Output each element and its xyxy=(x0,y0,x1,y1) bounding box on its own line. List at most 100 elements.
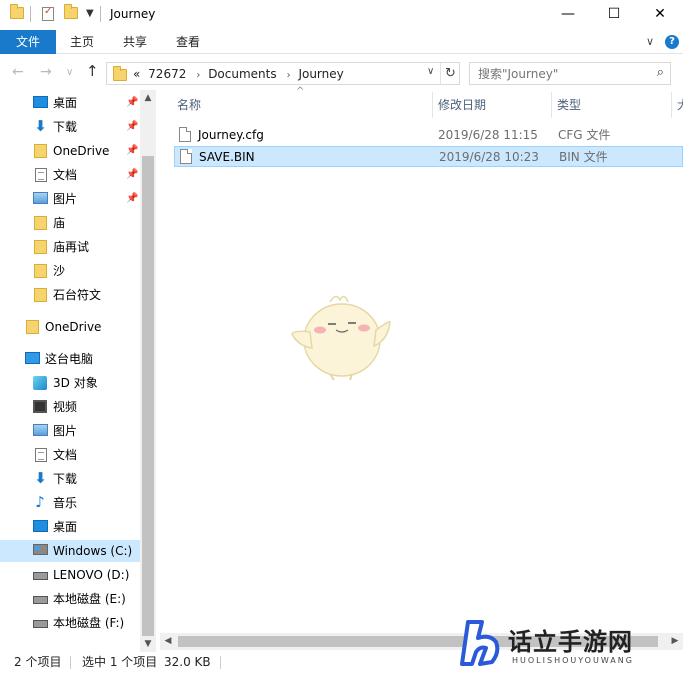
folder-icon xyxy=(34,240,47,254)
sidebar-item-sha[interactable]: 沙 xyxy=(0,260,140,282)
sidebar-item-label: OneDrive xyxy=(53,144,110,158)
sidebar-item-pictures[interactable]: 图片 📌 xyxy=(0,188,140,210)
file-date: 2019/6/28 10:23 xyxy=(439,150,539,164)
sidebar-item-miao-retry[interactable]: 庙再试 xyxy=(0,236,140,258)
sidebar-item-label: Windows (C:) xyxy=(53,544,133,558)
sidebar-item-label: 本地磁盘 (F:) xyxy=(53,616,125,630)
sidebar-item-pc-documents[interactable]: 文档 xyxy=(0,444,140,466)
column-divider[interactable] xyxy=(671,92,672,118)
minimize-button[interactable]: — xyxy=(545,0,591,30)
breadcrumb: « 72672 › Documents › Journey xyxy=(133,67,348,81)
column-header-date[interactable]: 修改日期 xyxy=(438,90,486,120)
sidebar-item-label: 文档 xyxy=(53,448,78,462)
customize-toolbar-chevron-icon[interactable]: ▼ xyxy=(86,8,94,19)
scroll-down-button[interactable]: ▼ xyxy=(140,636,156,652)
sidebar-item-drive-c[interactable]: Windows (C:) xyxy=(0,540,140,562)
scroll-left-button[interactable]: ◀ xyxy=(160,633,176,650)
up-button[interactable]: ↑ xyxy=(86,62,99,80)
column-header-type[interactable]: 类型 xyxy=(557,90,581,120)
sidebar-item-videos[interactable]: 视频 xyxy=(0,396,140,418)
folder-icon xyxy=(34,216,47,230)
address-bar[interactable]: « 72672 › Documents › Journey ∨ ↻ xyxy=(106,62,460,85)
chevron-right-icon[interactable]: › xyxy=(287,70,291,81)
scrollbar-thumb[interactable] xyxy=(142,156,154,636)
divider xyxy=(30,6,31,22)
item-count: 2 个项目 xyxy=(14,655,62,669)
navigation-pane[interactable]: 桌面 📌 ⬇ 下载 📌 OneDrive 📌 文档 📌 图片 📌 庙 庙再试 沙… xyxy=(0,90,156,652)
breadcrumb-72672[interactable]: 72672 xyxy=(148,67,186,81)
download-icon: ⬇ xyxy=(34,469,47,487)
sidebar-item-label: 桌面 xyxy=(53,96,78,110)
watermark-subtitle: HUOLISHOUYOUWANG xyxy=(512,656,634,665)
back-button[interactable]: ← xyxy=(12,64,24,80)
desktop-icon xyxy=(33,520,48,532)
file-row-selected[interactable]: SAVE.BIN 2019/6/28 10:23 BIN 文件 xyxy=(174,146,683,167)
column-header-name[interactable]: 名称 xyxy=(177,90,201,120)
tab-home[interactable]: 主页 xyxy=(70,30,94,54)
sidebar-item-drive-f[interactable]: 本地磁盘 (F:) xyxy=(0,612,140,634)
file-name: SAVE.BIN xyxy=(199,150,255,164)
sidebar-item-drive-e[interactable]: 本地磁盘 (E:) xyxy=(0,588,140,610)
tab-file[interactable]: 文件 xyxy=(0,30,56,54)
sidebar-item-desktop[interactable]: 桌面 📌 xyxy=(0,92,140,114)
recent-locations-chevron-icon[interactable]: ∨ xyxy=(66,67,73,78)
breadcrumb-overflow[interactable]: « xyxy=(133,67,140,81)
sidebar-item-pc-desktop[interactable]: 桌面 xyxy=(0,516,140,538)
sidebar-item-music[interactable]: ♪ 音乐 xyxy=(0,492,140,514)
expand-ribbon-chevron-icon[interactable]: ∨ xyxy=(646,35,654,48)
sidebar-item-label: 桌面 xyxy=(53,520,78,534)
sidebar-item-downloads[interactable]: ⬇ 下载 📌 xyxy=(0,116,140,138)
pictures-icon xyxy=(33,424,48,436)
forward-button[interactable]: → xyxy=(40,64,52,80)
file-row[interactable]: Journey.cfg 2019/6/28 11:15 CFG 文件 xyxy=(174,125,683,146)
sidebar-item-label: 音乐 xyxy=(53,496,78,510)
address-dropdown-chevron-icon[interactable]: ∨ xyxy=(427,66,434,77)
sidebar-item-onedrive-quick[interactable]: OneDrive 📌 xyxy=(0,140,140,162)
sidebar-item-documents[interactable]: 文档 📌 xyxy=(0,164,140,186)
pin-icon[interactable]: 📌 xyxy=(126,140,138,162)
refresh-button[interactable]: ↻ xyxy=(440,63,460,84)
drive-icon xyxy=(33,620,48,628)
file-type: CFG 文件 xyxy=(558,128,611,142)
help-icon[interactable]: ? xyxy=(665,35,679,49)
sidebar-item-3d-objects[interactable]: 3D 对象 xyxy=(0,372,140,394)
sidebar-item-drive-d[interactable]: LENOVO (D:) xyxy=(0,564,140,586)
column-divider[interactable] xyxy=(551,92,552,118)
sidebar-item-onedrive[interactable]: OneDrive xyxy=(0,316,140,338)
pin-icon[interactable]: 📌 xyxy=(126,164,138,186)
sidebar-item-pc-downloads[interactable]: ⬇ 下载 xyxy=(0,468,140,490)
pin-icon[interactable]: 📌 xyxy=(126,188,138,210)
column-divider[interactable] xyxy=(432,92,433,118)
scroll-up-button[interactable]: ▲ xyxy=(140,90,156,106)
file-type: BIN 文件 xyxy=(559,150,608,164)
sidebar-item-label: 下载 xyxy=(53,120,78,134)
pin-icon[interactable]: 📌 xyxy=(126,92,138,114)
navigation-pane-scrollbar[interactable]: ▲ ▼ xyxy=(140,90,156,652)
breadcrumb-documents[interactable]: Documents xyxy=(208,67,276,81)
search-input[interactable] xyxy=(478,66,648,82)
properties-icon[interactable] xyxy=(42,6,54,21)
folder-icon xyxy=(26,320,39,334)
file-list[interactable]: ^ 名称 修改日期 类型 大 Journey.cfg 2019/6/28 11:… xyxy=(160,86,683,652)
download-icon: ⬇ xyxy=(34,117,47,135)
tab-view[interactable]: 查看 xyxy=(176,30,200,54)
maximize-button[interactable]: ☐ xyxy=(591,0,637,30)
tab-share[interactable]: 共享 xyxy=(123,30,147,54)
search-box[interactable]: ⌕ xyxy=(469,62,671,85)
search-icon[interactable]: ⌕ xyxy=(657,65,664,80)
sidebar-item-this-pc[interactable]: 这台电脑 xyxy=(0,348,140,370)
folder-icon xyxy=(10,4,24,19)
desktop-icon xyxy=(33,96,48,108)
column-header-size[interactable]: 大 xyxy=(677,90,683,120)
sidebar-item-miao[interactable]: 庙 xyxy=(0,212,140,234)
chevron-right-icon[interactable]: › xyxy=(196,70,200,81)
pin-icon[interactable]: 📌 xyxy=(126,116,138,138)
watermark-logo-icon xyxy=(460,620,500,666)
close-button[interactable]: ✕ xyxy=(637,0,683,30)
sidebar-item-runes[interactable]: 石台符文 xyxy=(0,284,140,306)
divider xyxy=(220,656,221,669)
sidebar-item-pc-pictures[interactable]: 图片 xyxy=(0,420,140,442)
new-folder-icon[interactable] xyxy=(64,4,78,19)
sort-ascending-icon: ^ xyxy=(296,86,305,97)
breadcrumb-journey[interactable]: Journey xyxy=(298,67,343,81)
